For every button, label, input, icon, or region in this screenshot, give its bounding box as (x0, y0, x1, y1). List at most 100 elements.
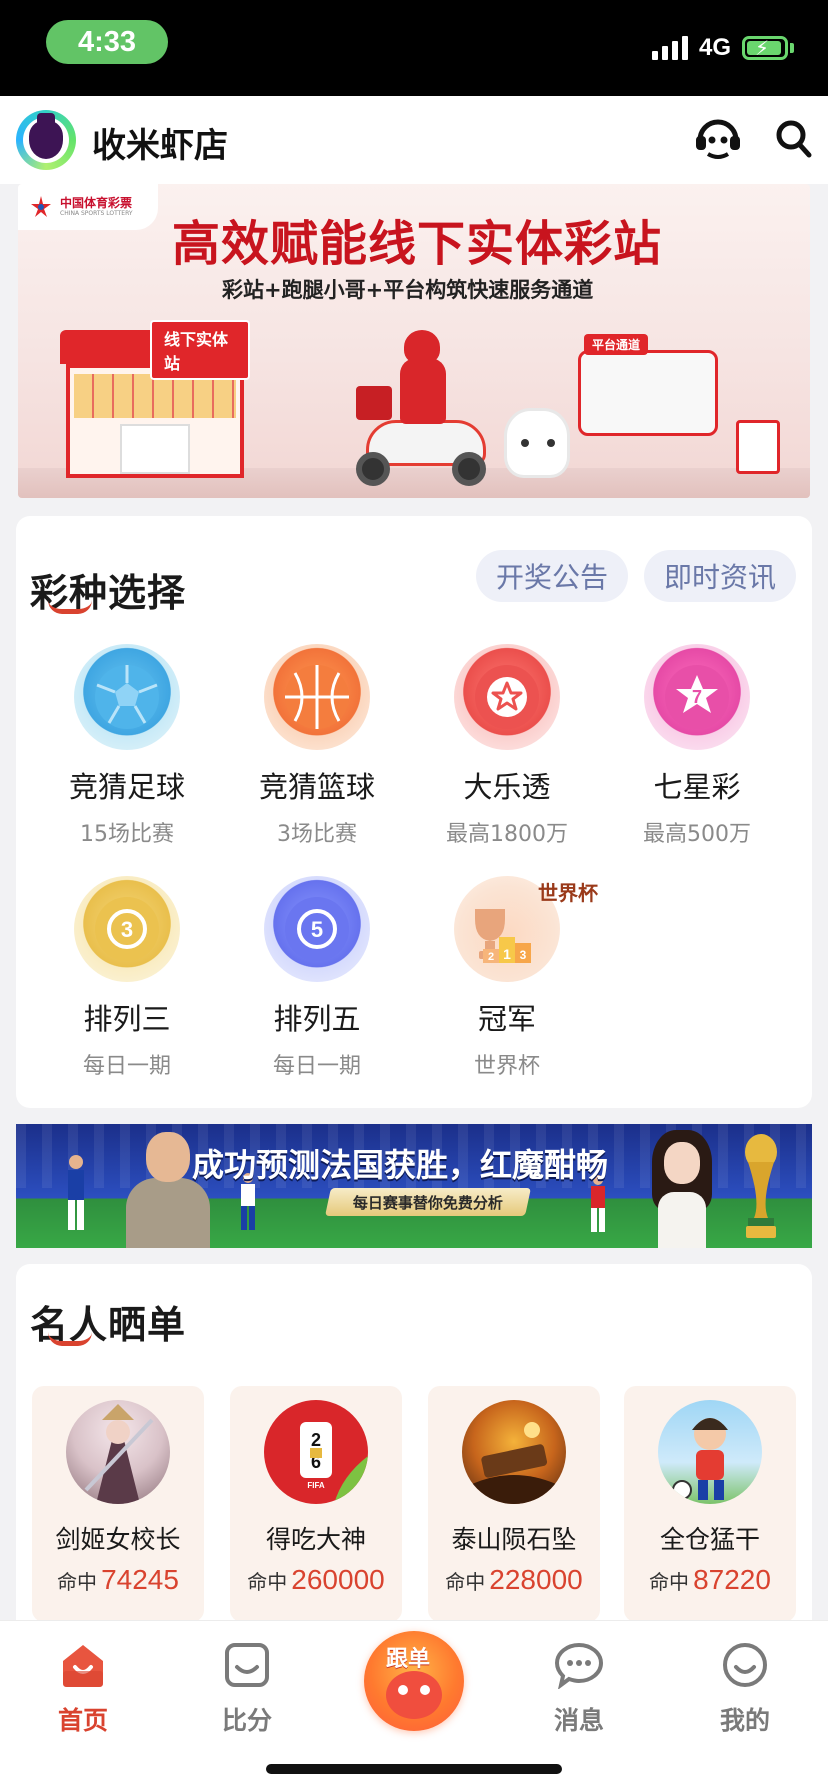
world-cup-badge-text: 世界杯 (538, 881, 598, 905)
tab-messages[interactable]: 消息 (524, 1641, 634, 1737)
game-name: 排列五 (273, 1002, 361, 1036)
brand-subtext: CHINA SPORTS LOTTERY (60, 210, 133, 217)
delivery-rider-illustration (356, 330, 496, 486)
battery-cap (790, 43, 794, 53)
game-name: 大乐透 (463, 770, 551, 804)
game-super-lotto[interactable]: 大乐透 最高1800万 (412, 644, 602, 848)
celebrity-item[interactable]: 全仓猛干 命中 87220 (624, 1386, 796, 1622)
app-header: 收米虾店 (0, 96, 828, 184)
number-3-ball-icon: 3 (74, 876, 180, 982)
celebrity-item[interactable]: 剑姬女校长 命中 74245 (32, 1386, 204, 1622)
game-name: 竞猜篮球 (258, 770, 375, 804)
battery-charging-icon: ⚡ (742, 36, 788, 60)
celebrity-name: 得吃大神 (265, 1525, 366, 1554)
hit-count: 260000 (291, 1564, 385, 1595)
tab-label: 首页 (57, 1706, 108, 1735)
hit-count: 74245 (101, 1564, 179, 1595)
message-icon (555, 1641, 603, 1689)
lottery-selection-card: 彩种选择 开奖公告 即时资讯 竞猜足球 15场比赛 竞猜篮球 3场比赛 大乐透 … (16, 516, 812, 1108)
premier-league-lion-logo[interactable] (16, 110, 76, 170)
tab-label: 跟单 (386, 1647, 431, 1672)
game-name: 七星彩 (653, 770, 741, 804)
game-sub: 世界杯 (473, 1054, 540, 1079)
status-time: 4:33 (46, 20, 168, 64)
celebrity-picks-card: 名人晒单 剑姬女校长 命中 74245 2 6 FIFA 得吃大神 命中 260… (16, 1264, 812, 1644)
game-sub: 每日一期 (272, 1054, 361, 1079)
fifa-26-logo-avatar: 2 6 FIFA (264, 1400, 368, 1504)
game-sub: 15场比赛 (80, 822, 174, 847)
game-pick-5[interactable]: 5 排列五 每日一期 (222, 876, 412, 1080)
ad-title: 成功预测法国获胜，红魔酣畅 (192, 1146, 609, 1184)
platform-tag: 平台通道 (584, 334, 649, 355)
prediction-ad-banner[interactable]: 成功预测法国获胜，红魔酣畅 每日赛事替你免费分析 (16, 1124, 812, 1248)
svg-text:3: 3 (121, 917, 133, 942)
follow-mascot-icon (386, 1671, 442, 1719)
player-figure (64, 1154, 88, 1234)
tab-label: 我的 (719, 1706, 770, 1735)
search-icon[interactable] (774, 118, 814, 160)
shop-name: 收米虾店 (92, 126, 228, 166)
customer-service-icon[interactable] (694, 118, 742, 162)
game-sub: 最高500万 (643, 822, 751, 847)
cellular-signal-icon (652, 34, 688, 60)
banner-title: 高效赋能线下实体彩站 (172, 216, 663, 272)
game-seven-star[interactable]: 7 七星彩 最高500万 (602, 644, 792, 848)
svg-text:3: 3 (520, 948, 527, 962)
game-football[interactable]: 竞猜足球 15场比赛 (32, 644, 222, 848)
game-sub: 最高1800万 (446, 822, 568, 847)
tab-profile[interactable]: 我的 (690, 1641, 800, 1737)
celebrity-name: 泰山陨石坠 (451, 1525, 577, 1554)
tab-label: 比分 (221, 1706, 272, 1735)
draw-announcement-button[interactable]: 开奖公告 (476, 550, 628, 602)
live-news-button[interactable]: 即时资讯 (644, 550, 796, 602)
svg-text:1: 1 (503, 946, 511, 962)
game-pick-3[interactable]: 3 排列三 每日一期 (32, 876, 222, 1080)
hit-label: 命中 (57, 1570, 98, 1594)
celebrity-name: 剑姬女校长 (55, 1525, 181, 1554)
home-icon (59, 1641, 107, 1689)
svg-text:5: 5 (311, 917, 323, 942)
game-sub: 3场比赛 (277, 822, 357, 847)
smiley-profile-icon (721, 1641, 769, 1689)
basketball-icon (264, 644, 370, 750)
world-cup-trophy-icon (736, 1132, 786, 1242)
shop-tag: 线下实体站 (150, 320, 250, 380)
score-bag-icon (223, 1641, 271, 1689)
status-bar: 4:33 4G ⚡ (0, 0, 828, 96)
banner-subtitle: 彩站+跑腿小哥+平台构筑快速服务通道 (222, 278, 594, 302)
svg-text:7: 7 (692, 687, 702, 707)
svg-text:2: 2 (488, 951, 494, 963)
tab-home[interactable]: 首页 (28, 1641, 138, 1737)
lottery-shop-illustration: 线下实体站 (60, 320, 250, 484)
promo-banner-offline-stations[interactable]: 中国体育彩票 CHINA SPORTS LOTTERY 高效赋能线下实体彩站 彩… (18, 184, 810, 498)
star-ball-icon (454, 644, 560, 750)
tab-score[interactable]: 比分 (192, 1641, 302, 1737)
network-type: 4G (699, 34, 732, 61)
ad-subtitle: 每日赛事替你免费分析 (352, 1193, 503, 1212)
game-champion[interactable]: 1 3 2 冠军 世界杯 (412, 876, 602, 1080)
football-icon (74, 644, 180, 750)
svg-text:FIFA: FIFA (307, 1481, 325, 1490)
tab-follow-bet[interactable]: 跟单 (364, 1631, 464, 1731)
brand-text: 中国体育彩票 (60, 196, 133, 210)
lottery-star-icon (28, 194, 54, 220)
game-name: 冠军 (477, 1002, 536, 1036)
game-name: 竞猜足球 (68, 770, 185, 804)
model-portrait (646, 1126, 720, 1248)
game-character-avatar (66, 1400, 170, 1504)
fiery-artwork-avatar (462, 1400, 566, 1504)
hit-label: 命中 (445, 1570, 486, 1594)
mascot-illustration (504, 408, 570, 478)
celebrity-name: 全仓猛干 (659, 1525, 760, 1554)
home-indicator[interactable] (266, 1764, 562, 1774)
game-basketball[interactable]: 竞猜篮球 3场比赛 (222, 644, 412, 848)
hit-count: 87220 (693, 1564, 771, 1595)
celebrity-item[interactable]: 2 6 FIFA 得吃大神 命中 260000 (230, 1386, 402, 1622)
platform-kiosk-illustration (578, 350, 718, 436)
game-sub: 每日一期 (82, 1054, 171, 1079)
celebrity-item[interactable]: 泰山陨石坠 命中 228000 (428, 1386, 600, 1622)
number-5-ball-icon: 5 (264, 876, 370, 982)
svg-text:2: 2 (311, 1430, 321, 1450)
game-name: 排列三 (83, 1002, 171, 1036)
gift-box-illustration (736, 420, 780, 474)
